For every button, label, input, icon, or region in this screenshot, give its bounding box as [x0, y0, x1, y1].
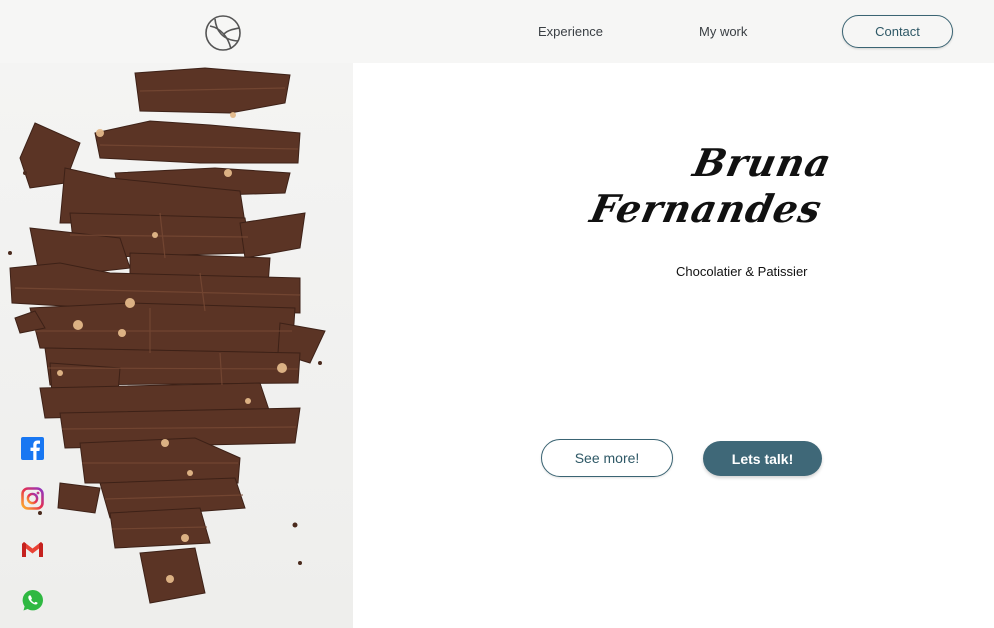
see-more-button[interactable]: See more! [541, 439, 673, 477]
whatsapp-icon[interactable] [21, 589, 44, 612]
nav-link-experience[interactable]: Experience [538, 24, 603, 39]
nav-link-my-work[interactable]: My work [699, 24, 747, 39]
hero-subtitle: Chocolatier & Patissier [676, 264, 808, 279]
hero-photo-panel [0, 0, 353, 628]
hero-last-name: Fernandes [586, 186, 826, 231]
photo-panel-header [0, 0, 353, 63]
hero-first-name: Bruna [689, 140, 836, 185]
facebook-icon[interactable] [21, 437, 44, 460]
logo-icon[interactable] [204, 14, 242, 52]
instagram-icon[interactable] [21, 487, 44, 510]
lets-talk-button[interactable]: Lets talk! [703, 441, 822, 476]
chocolate-photo [0, 63, 353, 628]
contact-button[interactable]: Contact [842, 15, 953, 48]
hero-name: Bruna Fernandes [586, 140, 836, 232]
gmail-icon[interactable] [21, 538, 44, 561]
